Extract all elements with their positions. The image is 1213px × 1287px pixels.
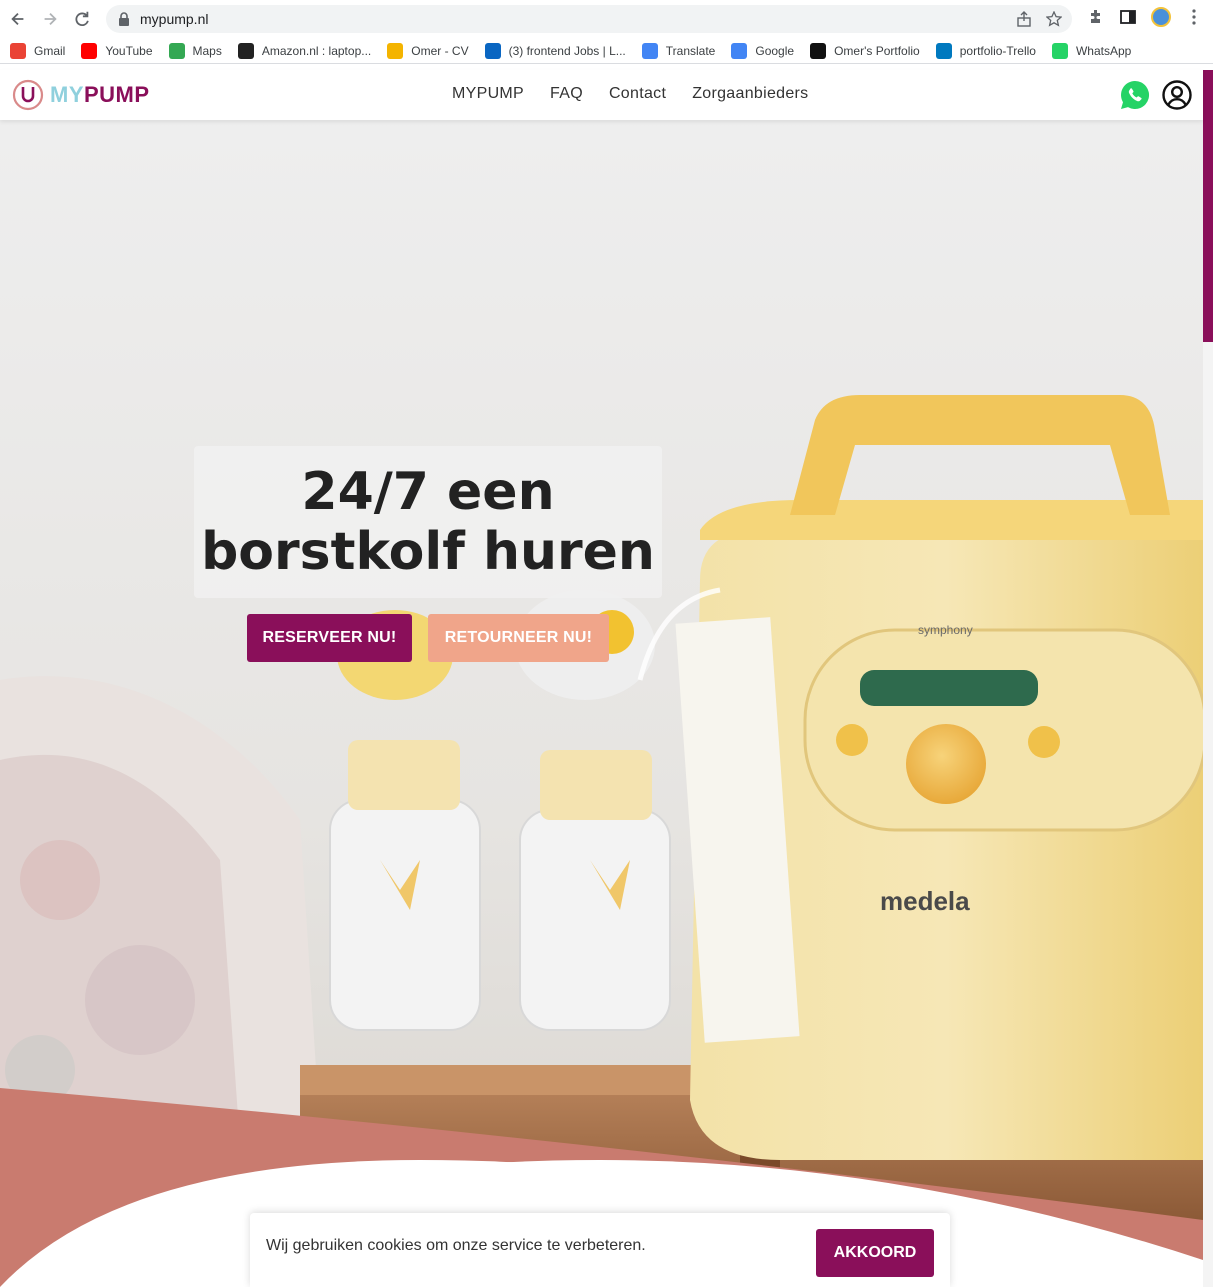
hero-title-card: 24/7 een borstkolf huren [194,446,662,598]
bookmark-label: Maps [192,43,222,58]
cookie-text: Wij gebruiken cookies om onze service te… [266,1237,646,1254]
nav-link-contact[interactable]: Contact [609,85,666,103]
whatsapp-icon[interactable] [1119,79,1151,111]
amazon-icon [237,42,254,59]
bookmark-label: (3) frontend Jobs | L... [508,43,626,58]
trello-icon [935,42,952,59]
bookmark-youtube[interactable]: YouTube [81,42,153,59]
youtube-icon [81,42,98,59]
bookmark-linkedin[interactable]: (3) frontend Jobs | L... [484,42,626,59]
pump-model-text: symphony [918,623,973,637]
extensions-icon[interactable] [1087,8,1105,26]
forward-icon[interactable] [36,5,64,33]
hero-section: medela symphony 24/7 een borstkolf huren… [0,120,1203,1287]
bookmark-amazon[interactable]: Amazon.nl : laptop... [237,42,372,59]
slides-icon [387,42,404,59]
whatsapp-icon [1051,42,1068,59]
bookmark-google[interactable]: Google [731,42,795,59]
url-text: mypump.nl [140,11,209,27]
nav-link-faq[interactable]: FAQ [550,85,583,103]
google-icon [731,42,748,59]
hero-image: medela symphony [0,120,1203,1287]
linkedin-icon [484,42,501,59]
bookmark-label: Google [755,43,795,58]
bookmark-gmail[interactable]: Gmail [10,42,66,59]
bookmark-label: Omer's Portfolio [834,43,920,58]
bookmark-maps[interactable]: Maps [168,42,222,59]
scrollbar-thumb[interactable] [1203,70,1213,342]
pump-brand-text: medela [880,886,970,916]
menu-dots-icon[interactable] [1185,8,1203,26]
bookmark-translate[interactable]: Translate [641,42,716,59]
return-button[interactable]: RETOURNEER NU! [428,614,609,662]
bookmark-trello[interactable]: portfolio-Trello [935,42,1036,59]
bookmark-label: Translate [665,43,716,58]
nav-link-zorgaanbieders[interactable]: Zorgaanbieders [692,85,808,103]
share-icon[interactable] [1016,11,1032,27]
bookmark-portfolio[interactable]: Omer's Portfolio [810,42,920,59]
star-icon[interactable] [1046,11,1062,27]
bookmarks-bar: Gmail YouTube Maps Amazon.nl : laptop... Ome… [0,38,1213,64]
site-header: MYPUMP MYPUMP FAQ Contact Zorgaanbieders [0,70,1203,120]
bookmark-label: portfolio-Trello [959,43,1036,58]
cookie-banner: Wij gebruiken cookies om onze service te… [250,1213,950,1287]
address-bar[interactable]: mypump.nl [106,5,1072,33]
bookmark-label: Gmail [34,43,66,58]
main-nav: MYPUMP FAQ Contact Zorgaanbieders [452,85,808,103]
profile-avatar[interactable] [1151,7,1171,27]
gmail-icon [10,42,26,59]
bookmark-label: WhatsApp [1075,43,1132,58]
account-icon[interactable] [1161,79,1193,111]
lock-icon [119,12,129,26]
nav-link-mypump[interactable]: MYPUMP [452,85,524,103]
bookmark-label: Omer - CV [411,43,469,58]
reserve-button[interactable]: RESERVEER NU! [247,614,412,662]
bookmark-label: Amazon.nl : laptop... [261,43,372,58]
cookie-accept-button[interactable]: AKKOORD [816,1229,934,1277]
back-icon[interactable] [4,5,32,33]
hero-title: 24/7 een borstkolf huren [201,462,655,582]
translate-icon [641,42,658,59]
logo-mark-icon [12,79,44,111]
maps-icon [168,42,185,59]
mypump-logo[interactable]: MYPUMP [12,79,150,111]
portfolio-icon [810,42,827,59]
reload-icon[interactable] [68,5,96,33]
browser-toolbar: mypump.nl [0,0,1213,38]
side-panel-icon[interactable] [1119,8,1137,26]
bookmark-slides[interactable]: Omer - CV [387,42,469,59]
bookmark-label: YouTube [105,43,153,58]
logo-text: MYPUMP [50,82,150,107]
bookmark-whatsapp[interactable]: WhatsApp [1051,42,1132,59]
